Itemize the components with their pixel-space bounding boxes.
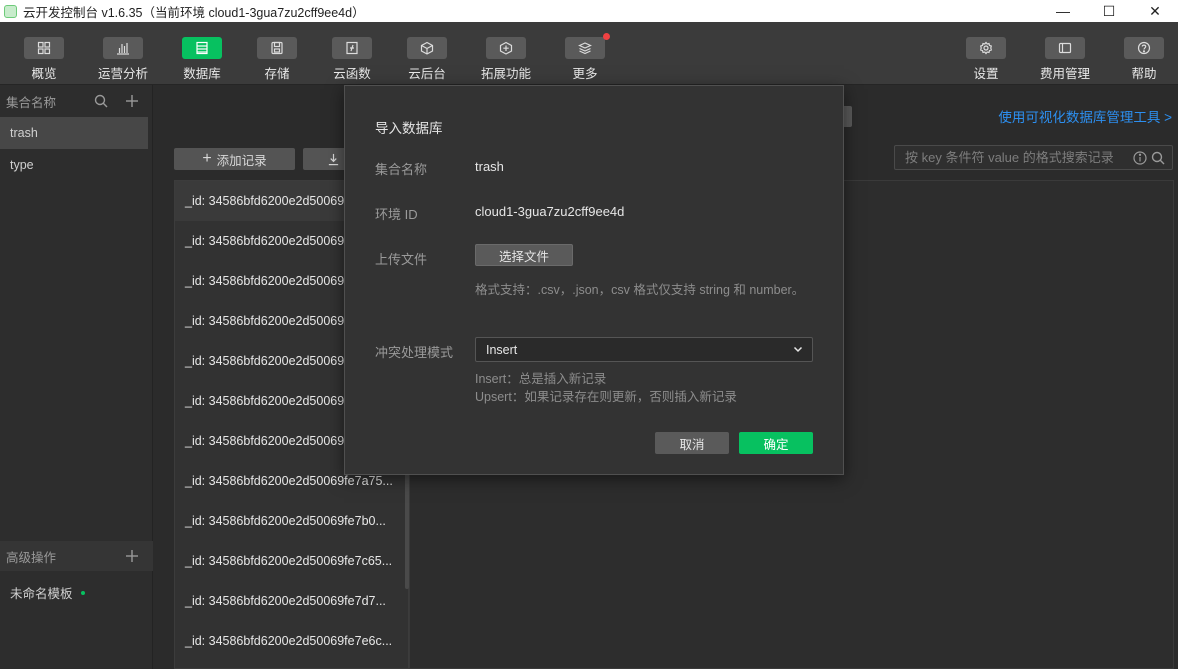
- notification-dot: [603, 33, 610, 40]
- search-icon[interactable]: [1150, 150, 1166, 166]
- toolbar-label: 存储: [264, 67, 290, 81]
- conflict-mode-label: 冲突处理模式: [375, 345, 454, 360]
- window-title: 云开发控制台 v1.6.35（当前环境 cloud1-3gua7zu2cff9e…: [23, 5, 365, 20]
- format-hint: 格式支持：.csv，.json，csv 格式仅支持 string 和 numbe…: [475, 283, 805, 297]
- app-logo-icon: [4, 4, 17, 18]
- toolbar: 概览 运营分析 数据库 存储 云函数 云后台 拓展功能 更多 设置 费用管理 帮…: [0, 22, 1178, 85]
- database-icon: [182, 37, 222, 59]
- toolbar-label: 云函数: [333, 67, 371, 81]
- cube-icon: [407, 37, 447, 59]
- toolbar-billing[interactable]: 费用管理: [1027, 37, 1103, 82]
- list-item[interactable]: _id: 34586bfd6200e2d50069fe7e6c...: [175, 621, 408, 661]
- add-template-icon[interactable]: [124, 548, 140, 564]
- toolbar-label: 费用管理: [1039, 67, 1090, 81]
- toolbar-label: 设置: [973, 67, 999, 81]
- gear-icon: [966, 37, 1006, 59]
- toolbar-overview[interactable]: 概览: [6, 37, 82, 82]
- search-input[interactable]: [905, 150, 1135, 165]
- list-item[interactable]: _id: 34586bfd6200e2d50069fe7b0...: [175, 501, 408, 541]
- bar-chart-icon: [103, 37, 143, 59]
- upsert-hint: Upsert：如果记录存在则更新，否则插入新记录: [475, 390, 737, 404]
- viz-db-tool-link[interactable]: 使用可视化数据库管理工具 >: [998, 106, 1172, 126]
- env-id-value: cloud1-3gua7zu2cff9ee4d: [475, 204, 625, 219]
- plus-icon: +: [202, 150, 212, 167]
- confirm-button[interactable]: 确定: [739, 432, 813, 454]
- toolbar-storage[interactable]: 存储: [239, 37, 315, 82]
- toolbar-label: 运营分析: [97, 67, 148, 81]
- toolbar-label: 帮助: [1131, 67, 1157, 81]
- import-icon: [328, 153, 339, 165]
- advanced-header-label: 高级操作: [6, 550, 57, 565]
- billing-icon: [1045, 37, 1085, 59]
- chevron-down-icon: [793, 346, 803, 353]
- template-name: 未命名模板: [10, 587, 73, 601]
- collection-sidebar: 集合名称 trash type 高级操作 未命名模板: [0, 85, 153, 669]
- template-item[interactable]: 未命名模板: [10, 583, 85, 602]
- close-button[interactable]: ✕: [1132, 0, 1178, 22]
- import-database-dialog: 导入数据库 集合名称 trash 环境 ID cloud1-3gua7zu2cf…: [344, 85, 844, 475]
- conflict-mode-value: Insert: [486, 342, 518, 357]
- toolbar-cloud-backend[interactable]: 云后台: [389, 37, 465, 82]
- toolbar-label: 概览: [31, 67, 57, 81]
- list-item[interactable]: _id: 34586bfd6200e2d50069fe7d7...: [175, 581, 408, 621]
- toolbar-help[interactable]: 帮助: [1106, 37, 1178, 82]
- toolbar-label: 云后台: [408, 67, 446, 81]
- insert-hint: Insert：总是插入新记录: [475, 372, 607, 386]
- env-id-label: 环境 ID: [375, 207, 418, 222]
- minimize-button[interactable]: —: [1040, 0, 1086, 22]
- toolbar-settings[interactable]: 设置: [948, 37, 1024, 82]
- collection-label: 集合名称: [375, 162, 428, 177]
- search-icon[interactable]: [93, 93, 109, 109]
- add-record-button[interactable]: + 添加记录: [174, 148, 295, 170]
- list-item[interactable]: _id: 34586bfd6200e2d50069fe7c65...: [175, 541, 408, 581]
- toolbar-database[interactable]: 数据库: [164, 37, 240, 82]
- extension-icon: [486, 37, 526, 59]
- toolbar-label: 拓展功能: [480, 67, 531, 81]
- toolbar-label: 更多: [572, 67, 598, 81]
- add-record-label: 添加记录: [216, 153, 267, 168]
- grid-icon: [24, 37, 64, 59]
- dialog-title: 导入数据库: [375, 121, 443, 136]
- toolbar-label: 数据库: [183, 67, 221, 81]
- add-collection-icon[interactable]: [124, 93, 140, 109]
- collection-item-trash[interactable]: trash: [0, 117, 148, 149]
- collection-value: trash: [475, 159, 504, 174]
- choose-file-button[interactable]: 选择文件: [475, 244, 573, 266]
- storage-icon: [257, 37, 297, 59]
- cancel-button[interactable]: 取消: [655, 432, 729, 454]
- maximize-button[interactable]: ☐: [1086, 0, 1132, 22]
- info-icon[interactable]: [1132, 150, 1148, 166]
- toolbar-functions[interactable]: 云函数: [314, 37, 390, 82]
- toolbar-extensions[interactable]: 拓展功能: [468, 37, 544, 82]
- toolbar-analytics[interactable]: 运营分析: [85, 37, 161, 82]
- status-dot: [80, 590, 85, 595]
- function-icon: [332, 37, 372, 59]
- advanced-header: 高级操作: [0, 541, 153, 571]
- conflict-mode-select[interactable]: Insert: [475, 337, 813, 362]
- title-bar: 云开发控制台 v1.6.35（当前环境 cloud1-3gua7zu2cff9e…: [0, 0, 1178, 22]
- help-icon: [1124, 37, 1164, 59]
- layers-icon: [565, 33, 610, 59]
- collection-item-type[interactable]: type: [0, 149, 152, 181]
- collections-header-label: 集合名称: [6, 95, 57, 110]
- toolbar-more[interactable]: 更多: [547, 33, 623, 82]
- collections-header: 集合名称: [0, 85, 152, 117]
- record-search[interactable]: [894, 145, 1173, 170]
- upload-label: 上传文件: [375, 252, 428, 267]
